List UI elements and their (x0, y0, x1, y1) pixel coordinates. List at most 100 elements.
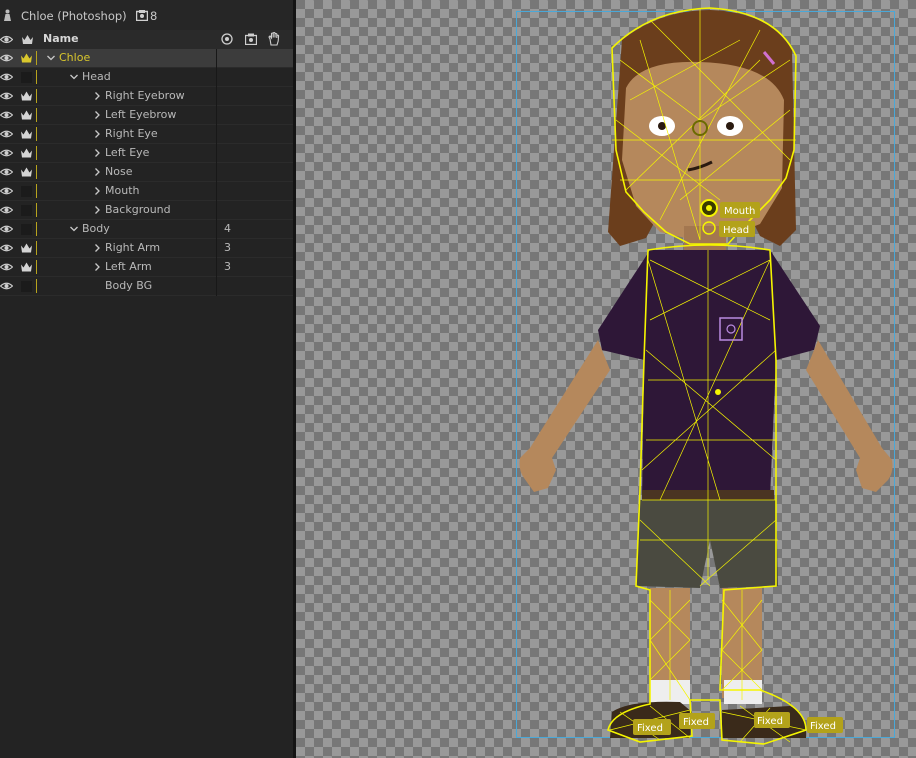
eye-icon[interactable] (0, 147, 14, 159)
layer-row[interactable]: Body 4 (0, 220, 293, 239)
independence-toggle[interactable] (21, 205, 32, 216)
eye-icon[interactable] (0, 185, 14, 197)
crown-icon[interactable] (20, 261, 33, 273)
column-divider (216, 87, 217, 106)
column-divider (216, 106, 217, 125)
layer-row[interactable]: Head (0, 68, 293, 87)
puppet-panel: Chloe (Photoshop) 8 Name Chloe Head Righ… (0, 0, 293, 758)
layer-row[interactable]: Chloe (0, 49, 293, 68)
layer-row[interactable]: Left Eyebrow (0, 106, 293, 125)
chevron-right-icon[interactable] (92, 242, 102, 254)
fixed-tag[interactable]: Fixed (679, 713, 715, 729)
layer-color-bar (36, 108, 37, 122)
puppet-icon (4, 9, 11, 21)
independence-toggle[interactable] (21, 281, 32, 292)
chevron-down-icon[interactable] (69, 71, 79, 83)
eye-icon[interactable] (0, 242, 14, 254)
layer-row[interactable]: Nose (0, 163, 293, 182)
puppet-rig-view: Mouth Head Fixed Fixed Fixed Fixed (516, 7, 895, 745)
eye-icon[interactable] (0, 109, 14, 121)
layer-color-bar (36, 222, 37, 236)
layer-color-bar (36, 241, 37, 255)
chevron-right-icon[interactable] (92, 204, 102, 216)
layer-name: Right Eyebrow (105, 89, 185, 102)
chevron-right-icon[interactable] (92, 147, 102, 159)
chevron-right-icon[interactable] (92, 261, 102, 273)
svg-text:Fixed: Fixed (757, 716, 783, 727)
column-divider (216, 68, 217, 87)
svg-text:Fixed: Fixed (683, 717, 709, 728)
eye-icon[interactable] (0, 90, 14, 102)
shirt[interactable] (598, 250, 820, 498)
chevron-right-icon[interactable] (92, 109, 102, 121)
column-divider (216, 163, 217, 182)
chevron-right-icon[interactable] (92, 90, 102, 102)
right-arm[interactable] (519, 340, 611, 492)
eye-icon[interactable] (0, 166, 14, 178)
layer-color-bar (36, 127, 37, 141)
hand-icon[interactable] (268, 32, 280, 46)
layer-name: Right Arm (105, 241, 161, 254)
camera-icon[interactable] (245, 33, 257, 45)
chevron-down-icon[interactable] (69, 223, 79, 235)
scene-canvas[interactable]: Mouth Head Fixed Fixed Fixed Fixed (296, 0, 916, 758)
chevron-right-icon[interactable] (92, 128, 102, 140)
layer-name: Head (82, 70, 111, 83)
eye-icon[interactable] (0, 52, 14, 64)
name-column-label[interactable]: Name (43, 32, 79, 45)
independence-toggle[interactable] (21, 186, 32, 197)
layer-name: Background (105, 203, 171, 216)
left-arm[interactable] (806, 340, 893, 492)
layer-row[interactable]: Right Arm 3 (0, 239, 293, 258)
layer-row[interactable]: Left Eye (0, 144, 293, 163)
layer-row[interactable]: Mouth (0, 182, 293, 201)
column-divider (216, 125, 217, 144)
crown-icon[interactable] (20, 90, 33, 102)
crown-icon[interactable] (20, 109, 33, 121)
mouth-tag[interactable]: Mouth (720, 202, 760, 218)
layer-row[interactable]: Left Arm 3 (0, 258, 293, 277)
fixed-tag[interactable]: Fixed (807, 717, 843, 733)
layer-row[interactable]: Right Eye (0, 125, 293, 144)
layer-name: Nose (105, 165, 133, 178)
column-divider (216, 277, 217, 296)
head-tag[interactable]: Head (719, 221, 755, 237)
crown-icon[interactable] (20, 166, 33, 178)
crown-icon[interactable] (21, 33, 34, 46)
layer-color-bar (36, 89, 37, 103)
chevron-right-icon[interactable] (92, 166, 102, 178)
handle-count: 4 (224, 222, 231, 235)
chevron-right-icon[interactable] (92, 185, 102, 197)
crown-icon[interactable] (20, 147, 33, 159)
layers-count-icon (136, 10, 148, 21)
chevron-down-icon[interactable] (46, 52, 56, 64)
eye-icon[interactable] (0, 204, 14, 216)
crown-icon[interactable] (20, 128, 33, 140)
independence-toggle[interactable] (21, 72, 32, 83)
target-icon[interactable] (221, 33, 233, 45)
layer-name: Right Eye (105, 127, 158, 140)
layer-name: Body BG (105, 279, 153, 292)
layer-row[interactable]: Right Eyebrow (0, 87, 293, 106)
svg-text:Fixed: Fixed (637, 723, 663, 734)
crown-icon[interactable] (20, 242, 33, 254)
eye-icon[interactable] (0, 261, 14, 273)
eye-icon[interactable] (0, 128, 14, 140)
svg-text:Head: Head (723, 225, 749, 236)
fixed-tag[interactable]: Fixed (754, 712, 790, 728)
eye-icon[interactable] (0, 223, 14, 235)
independence-toggle[interactable] (21, 224, 32, 235)
eye-icon[interactable] (0, 33, 13, 46)
eye-icon[interactable] (0, 280, 14, 292)
layer-row[interactable]: Background (0, 201, 293, 220)
shorts[interactable] (636, 500, 778, 588)
eye-icon[interactable] (0, 71, 14, 83)
fixed-tag[interactable]: Fixed (633, 719, 671, 735)
crown-icon[interactable] (20, 52, 33, 64)
layer-row[interactable]: Body BG (0, 277, 293, 296)
layer-list: Chloe Head Right Eyebrow Left Eyebrow Right … (0, 49, 293, 296)
layer-count: 8 (150, 9, 158, 23)
layer-color-bar (36, 51, 37, 65)
layer-name: Chloe (59, 51, 91, 64)
chloe-handle[interactable] (715, 389, 721, 395)
